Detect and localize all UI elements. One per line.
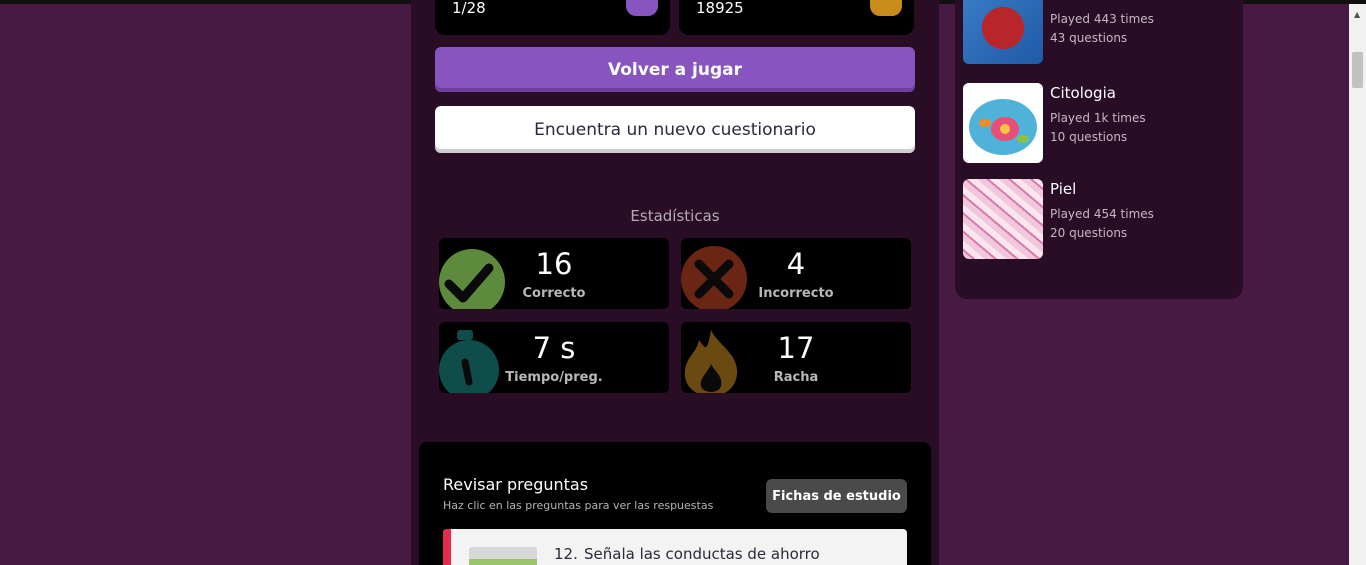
review-title: Revisar preguntas [443,475,589,494]
quiz-played-count: Played 454 times [1050,207,1154,221]
related-quizzes-panel: Played 443 times 43 questions Citologia … [955,0,1243,299]
review-subtitle: Haz clic en las preguntas para ver las r… [443,499,714,512]
streak-label: Racha [773,370,819,385]
points-card: 18925 [679,0,914,35]
question-text: Señala las conductas de ahorro [584,545,820,563]
quiz-name: Citologia [1050,84,1116,102]
stat-correct-card: 16 Correcto [439,238,669,309]
rank-icon [626,0,658,16]
related-quiz-item[interactable]: Piel Played 454 times 20 questions [963,179,1233,259]
stat-incorrect-card: 4 Incorrecto [681,238,911,309]
find-new-quiz-button[interactable]: Encuentra un nuevo cuestionario [435,106,915,153]
rank-value: 1/28 [452,0,486,17]
results-column: 1/28 18925 Volver a jugar Encuentra un n… [411,0,939,565]
incorrect-label: Incorrecto [758,286,834,301]
stats-title: Estadísticas [630,207,720,225]
time-label: Tiempo/preg. [505,370,603,385]
cell-diagram-image [963,83,1043,163]
quiz-played-count: Played 1k times [1050,111,1146,125]
play-again-button[interactable]: Volver a jugar [435,47,915,92]
quiz-question-count: 20 questions [1050,226,1128,240]
quiz-name: Piel [1050,180,1077,198]
streak-value: 17 [777,331,815,365]
quiz-question-count: 43 questions [1050,31,1128,45]
points-value: 18925 [696,0,744,17]
correct-label: Correcto [522,286,586,301]
incorrect-marker [443,529,451,565]
quiz-played-count: Played 443 times [1050,12,1154,26]
question-image [469,547,537,565]
quiz-question-count: 10 questions [1050,130,1128,144]
flashcards-button[interactable]: Fichas de estudio [766,479,907,513]
incorrect-value: 4 [786,247,806,281]
scrollbar-track[interactable] [1349,4,1366,565]
stat-time-card: 7 s Tiempo/preg. [439,322,669,393]
question-number: 12. [554,545,578,563]
skin-tissue-image [963,179,1043,259]
points-icon [870,0,902,16]
scrollbar-thumb[interactable] [1352,52,1363,88]
related-quiz-item[interactable]: Played 443 times 43 questions [963,0,1233,64]
stat-streak-card: 17 Racha [681,322,911,393]
correct-value: 16 [535,247,573,281]
related-quiz-item[interactable]: Citologia Played 1k times 10 questions [963,83,1233,163]
question-row[interactable]: 12. Señala las conductas de ahorro [443,529,907,565]
time-value: 7 s [532,331,576,365]
review-questions-panel: Revisar preguntas Haz clic en las pregun… [419,442,931,565]
rank-card: 1/28 [435,0,670,35]
scroll-up-icon[interactable]: ▲ [1354,10,1360,19]
heart-anatomy-image [963,0,1043,64]
